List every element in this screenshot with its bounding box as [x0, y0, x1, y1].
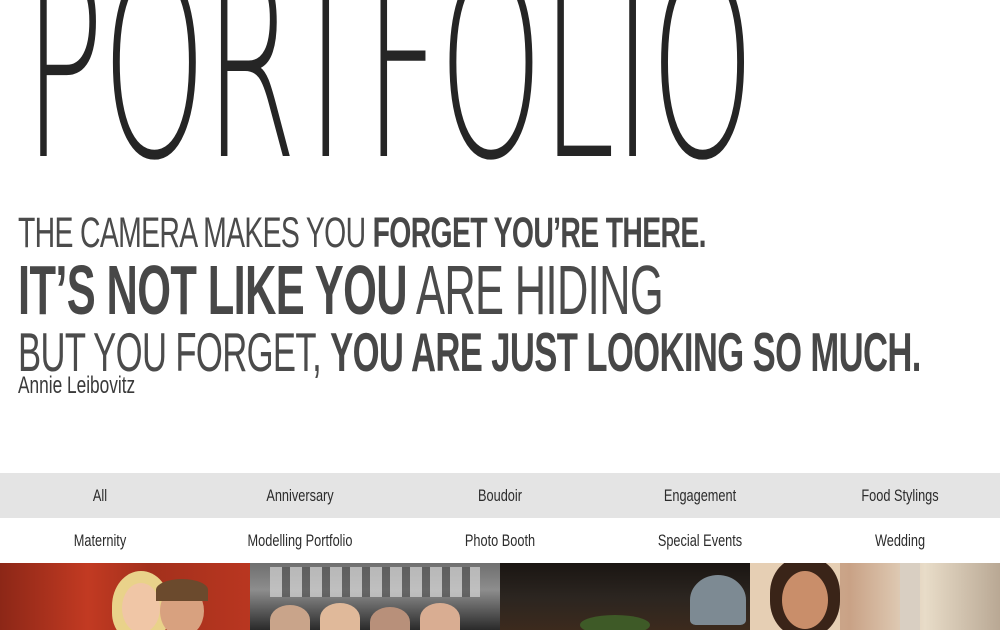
column-shape [900, 563, 920, 630]
gallery-thumbnail-group[interactable] [250, 563, 500, 630]
garnish-shape [580, 615, 650, 630]
filter-special-events[interactable]: Special Events [625, 531, 775, 551]
filter-all[interactable]: All [25, 486, 175, 506]
filter-row-2: Maternity Modelling Portfolio Photo Boot… [0, 518, 1000, 563]
hero-banner: PORTFOLIO [0, 0, 1000, 200]
filter-wedding[interactable]: Wedding [825, 531, 975, 551]
filter-anniversary[interactable]: Anniversary [225, 486, 375, 506]
quote-line-1-light: THE CAMERA MAKES YOU [18, 209, 373, 257]
person-shape [420, 603, 460, 630]
filter-photo-booth[interactable]: Photo Booth [425, 531, 575, 551]
quote-block: THE CAMERA MAKES YOU FORGET YOU’RE THERE… [18, 207, 998, 383]
person-shape [270, 605, 310, 630]
face-shape [782, 571, 828, 629]
quote-line-2-bold: IT’S NOT LIKE YOU [18, 251, 408, 329]
filter-boudoir[interactable]: Boudoir [425, 486, 575, 506]
person-shape [370, 607, 410, 630]
quote-line-2: IT’S NOT LIKE YOU ARE HIDING [18, 255, 664, 325]
page-title: PORTFOLIO [24, 0, 755, 200]
hair-shape [156, 579, 208, 601]
filter-modelling-portfolio[interactable]: Modelling Portfolio [225, 531, 375, 551]
person-shape [320, 603, 360, 630]
face-shape [122, 583, 160, 630]
filter-row-1: All Anniversary Boudoir Engagement Food … [0, 473, 1000, 518]
gallery-thumbnail-portrait[interactable] [750, 563, 1000, 630]
quote-line-1-bold: FORGET YOU’RE THERE. [372, 209, 707, 257]
portfolio-gallery [0, 563, 1000, 630]
quote-line-2-light: ARE HIDING [406, 251, 664, 329]
quote-author: Annie Leibovitz [18, 372, 136, 399]
portfolio-filter-nav: All Anniversary Boudoir Engagement Food … [0, 473, 1000, 563]
quote-line-3-bold: YOU ARE JUST LOOKING SO MUCH. [330, 321, 921, 383]
city-backdrop-shape [270, 567, 480, 597]
gallery-thumbnail-food[interactable] [500, 563, 750, 630]
filter-food-stylings[interactable]: Food Stylings [825, 486, 975, 506]
filter-maternity[interactable]: Maternity [25, 531, 175, 551]
chef-hat-shape [690, 575, 746, 625]
filter-engagement[interactable]: Engagement [625, 486, 775, 506]
gallery-thumbnail-couple[interactable] [0, 563, 250, 630]
